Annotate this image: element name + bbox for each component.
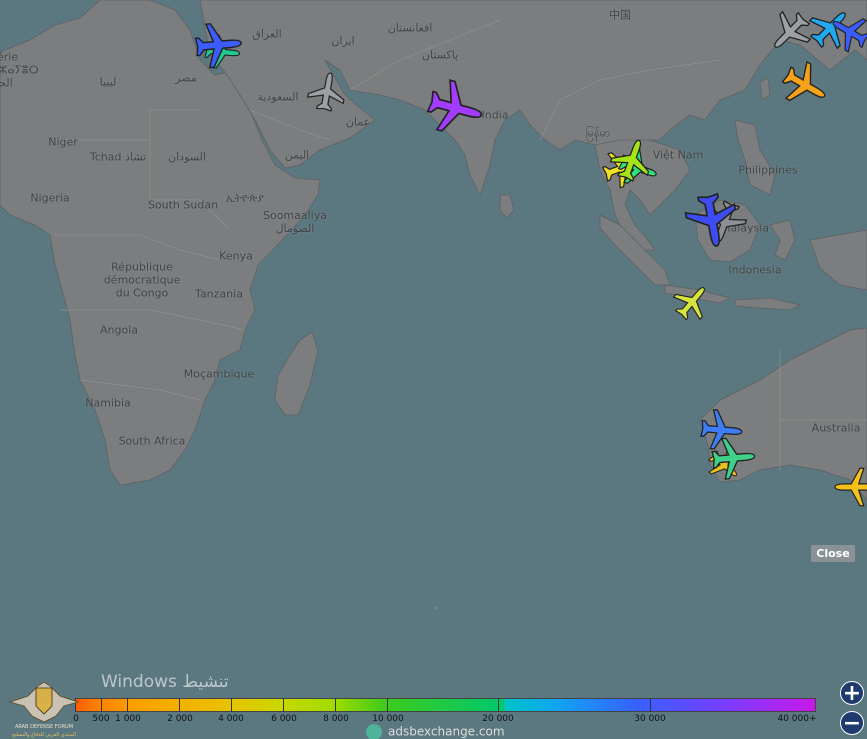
label-mozambique: Moçambique [183, 367, 255, 381]
legend-tick [498, 698, 499, 712]
label-niger: Niger [48, 135, 78, 149]
label-namibia: Namibia [85, 396, 131, 410]
zoom-out-button[interactable]: − [840, 711, 864, 735]
label-south-sudan: South Sudan [147, 198, 219, 212]
label-kenya: Kenya [219, 249, 253, 263]
legend-tick [283, 698, 284, 712]
label-south-africa: South Africa [118, 434, 186, 448]
label-libya: ليبيا [99, 75, 117, 89]
label-china: 中国 [609, 8, 631, 22]
legend-tick-label: 6 000 [271, 714, 297, 724]
legend-tick-label: 500 [92, 714, 110, 724]
altitude-color-scale [75, 698, 816, 712]
label-chad: Tchad تشاد [89, 150, 147, 164]
legend-tick [387, 698, 388, 712]
attribution-link[interactable]: adsbexchange.com [366, 724, 505, 739]
label-angola: Angola [99, 323, 139, 337]
legend-tick-label: 4 000 [218, 714, 244, 724]
attribution-text: adsbexchange.com [388, 724, 505, 739]
label-saudi: السعودية [257, 90, 299, 104]
label-egypt: مصر [175, 71, 197, 85]
legend-tick [650, 698, 651, 712]
label-drc: République démocratique du Congo [103, 260, 181, 300]
legend-tick [335, 698, 336, 712]
legend-tick-label: 40 000+ [777, 714, 817, 724]
forum-logo: ARAB DEFENSE FORUM المنتدى العربي للدفاع… [8, 678, 80, 739]
label-sudan: السودان [168, 150, 206, 164]
island-dot [434, 606, 438, 610]
label-algeria: gérie ⵣⵣⴰⵢⴻⵔ الجزا [0, 50, 39, 90]
legend-tick-label: 2 000 [167, 714, 193, 724]
label-india: India [481, 108, 509, 122]
label-tanzania: Tanzania [195, 287, 243, 301]
legend-tick [231, 698, 232, 712]
land-australia [699, 327, 867, 501]
legend-tick-label: 1 000 [115, 714, 141, 724]
label-iran: ایران [331, 34, 355, 48]
label-australia: Australia [811, 421, 861, 435]
label-vietnam: Việt Nam [652, 148, 704, 162]
label-somalia: Soomaaliya الصومال [262, 209, 327, 235]
label-pakistan: پاکستان [421, 48, 459, 62]
legend-tick-label: 8 000 [323, 714, 349, 724]
legend-tick [179, 698, 180, 712]
land-madagascar [274, 331, 319, 416]
label-indonesia: Indonesia [728, 263, 782, 277]
legend-tick-label: 20 000 [482, 714, 514, 724]
map-view[interactable]: 中国 العراق ایران افغانستان پاکستان ليبيا … [0, 0, 867, 739]
adsbexchange-logo-icon [366, 724, 382, 739]
land-sri-lanka [499, 194, 515, 219]
legend-tick [127, 698, 128, 712]
zoom-in-button[interactable]: + [840, 681, 864, 705]
land-new-guinea [809, 229, 867, 291]
label-oman: عمان [345, 115, 371, 129]
legend-tick-label: 10 000 [372, 714, 404, 724]
land-lesser-sunda [734, 297, 802, 311]
svg-text:المنتدى العربي للدفاع والتسليح: المنتدى العربي للدفاع والتسليح [12, 732, 76, 738]
label-myanmar: မြန်မာ [585, 126, 611, 140]
svg-text:ARAB DEFENSE FORUM: ARAB DEFENSE FORUM [15, 724, 73, 730]
land-philippines [734, 119, 776, 196]
label-ethiopia: ኢትዮጵያ [226, 191, 264, 205]
eagle-emblem-icon: ARAB DEFENSE FORUM المنتدى العربي للدفاع… [8, 681, 80, 738]
close-button[interactable]: Close [811, 545, 855, 562]
label-yemen: اليمن [284, 148, 310, 162]
label-nigeria: Nigeria [30, 191, 70, 205]
land-taiwan [759, 77, 771, 101]
legend-tick [101, 698, 102, 712]
legend-tick-label: 30 000 [634, 714, 666, 724]
land-sulawesi [769, 219, 796, 261]
label-philippines: Philippines [738, 163, 798, 177]
label-iraq: العراق [252, 27, 282, 41]
windows-activation-watermark: Windows تنشيط [101, 672, 229, 692]
label-afghanistan: افغانستان [387, 21, 433, 35]
